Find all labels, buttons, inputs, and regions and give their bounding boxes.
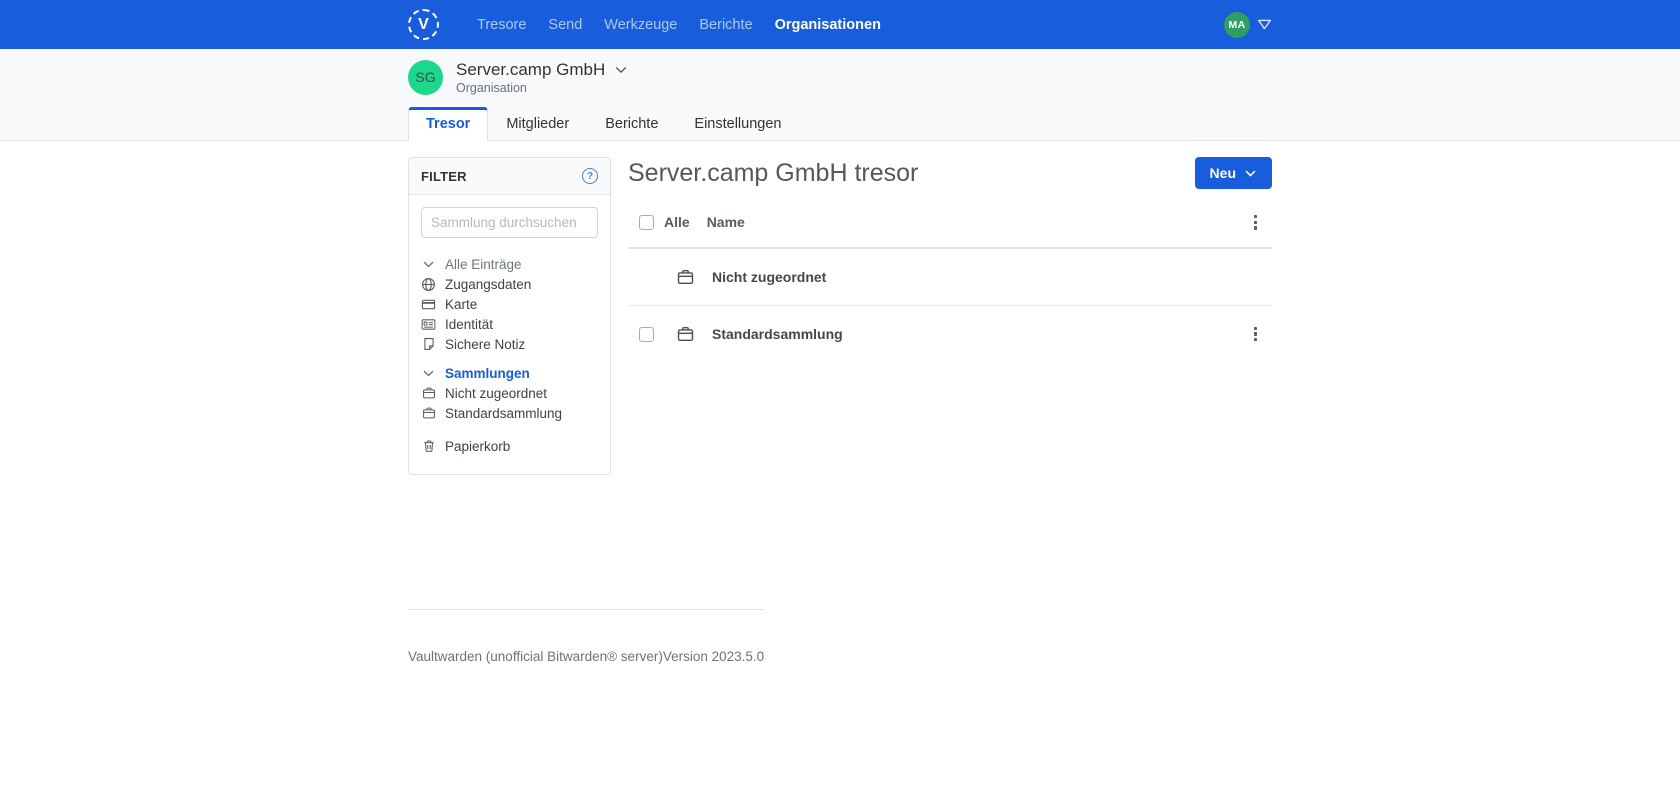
org-name: Server.camp GmbH — [456, 60, 605, 80]
org-tabs: Tresor Mitglieder Berichte Einstellungen — [408, 107, 1272, 140]
collection-link-default[interactable]: Standardsammlung — [712, 326, 843, 342]
new-button[interactable]: Neu — [1195, 157, 1272, 189]
filter-type-login-label: Zugangsdaten — [445, 277, 531, 292]
table-header: Alle Name — [628, 211, 1272, 249]
filter-all-items[interactable]: Alle Einträge — [421, 254, 598, 274]
chevron-down-icon — [614, 63, 628, 77]
row-options-menu-button[interactable] — [1248, 323, 1263, 346]
nav-item-send[interactable]: Send — [537, 11, 593, 39]
nav-item-tresore[interactable]: Tresore — [466, 11, 537, 39]
user-avatar: MA — [1224, 12, 1250, 38]
account-caret-icon — [1257, 19, 1272, 30]
tab-einstellungen[interactable]: Einstellungen — [676, 107, 799, 141]
filter-collection-default-label: Standardsammlung — [445, 406, 562, 421]
filter-type-card-label: Karte — [445, 297, 477, 312]
filter-type-securenote[interactable]: Sichere Notiz — [421, 334, 598, 354]
org-avatar: SG — [408, 60, 443, 95]
filter-type-card[interactable]: Karte — [421, 294, 598, 314]
navbar-links: Tresore Send Werkzeuge Berichte Organisa… — [466, 11, 892, 39]
nav-item-berichte[interactable]: Berichte — [688, 11, 763, 39]
collection-icon — [676, 268, 695, 286]
table-row: Nicht zugeordnet — [628, 249, 1272, 306]
version-label: Version 2023.5.0 — [663, 649, 764, 664]
filter-collections-label: Sammlungen — [445, 366, 530, 381]
filter-type-login[interactable]: Zugangsdaten — [421, 274, 598, 294]
chevron-down-icon — [1244, 167, 1257, 180]
collection-icon — [421, 386, 436, 400]
filter-collection-unassigned-label: Nicht zugeordnet — [445, 386, 547, 401]
page-footer: Vaultwarden (unofficial Bitwarden® serve… — [408, 609, 764, 664]
tab-berichte[interactable]: Berichte — [587, 107, 676, 141]
filter-trash-label: Papierkorb — [445, 439, 510, 454]
select-all-checkbox[interactable] — [639, 215, 654, 230]
filter-all-items-label: Alle Einträge — [445, 257, 522, 272]
brand-letter: V — [418, 17, 429, 33]
id-card-icon — [421, 317, 436, 332]
trash-icon — [421, 439, 436, 453]
filter-type-securenote-label: Sichere Notiz — [445, 337, 525, 352]
chevron-down-icon — [421, 367, 436, 380]
filter-trash[interactable]: Papierkorb — [421, 436, 598, 456]
credit-card-icon — [421, 297, 436, 312]
collection-icon — [676, 325, 695, 343]
help-icon[interactable]: ? — [582, 168, 598, 184]
new-button-label: Neu — [1210, 165, 1236, 181]
chevron-down-icon — [421, 258, 436, 271]
select-all-label: Alle — [664, 214, 690, 230]
filter-panel: FILTER ? Alle Einträge — [408, 157, 611, 475]
nav-item-werkzeuge[interactable]: Werkzeuge — [593, 11, 688, 39]
filter-type-identity-label: Identität — [445, 317, 493, 332]
account-menu-button[interactable]: MA — [1224, 12, 1272, 38]
vaultwarden-logo[interactable]: V — [408, 9, 439, 40]
org-switcher[interactable]: Server.camp GmbH — [456, 60, 628, 80]
tab-tresor[interactable]: Tresor — [408, 107, 488, 141]
filter-type-identity[interactable]: Identität — [421, 314, 598, 334]
top-navbar: V Tresore Send Werkzeuge Berichte Organi… — [0, 0, 1680, 49]
filter-collection-default[interactable]: Standardsammlung — [421, 403, 598, 423]
filter-collections-header[interactable]: Sammlungen — [421, 363, 598, 383]
table-row: Standardsammlung — [628, 306, 1272, 363]
vaultwarden-logo-icon: V — [408, 9, 439, 40]
vault-main: Server.camp GmbH tresor Neu Alle Name — [628, 157, 1272, 363]
name-column-header: Name — [707, 214, 745, 230]
row-checkbox[interactable] — [639, 327, 654, 342]
collection-link-unassigned[interactable]: Nicht zugeordnet — [712, 269, 826, 285]
note-icon — [421, 337, 436, 351]
filter-collection-unassigned[interactable]: Nicht zugeordnet — [421, 383, 598, 403]
tab-mitglieder[interactable]: Mitglieder — [488, 107, 587, 141]
server-label: Vaultwarden (unofficial Bitwarden® serve… — [408, 649, 663, 664]
page-title: Server.camp GmbH tresor — [628, 157, 918, 189]
org-subtitle: Organisation — [456, 81, 628, 95]
collection-icon — [421, 406, 436, 420]
collections-table: Alle Name Nicht zugeordnet — [628, 211, 1272, 363]
collection-search-input[interactable] — [421, 207, 598, 238]
filter-title: FILTER — [421, 169, 467, 184]
org-header: SG Server.camp GmbH Organisation Tresor … — [0, 49, 1680, 141]
nav-item-organisationen[interactable]: Organisationen — [764, 11, 892, 39]
globe-icon — [421, 277, 436, 292]
table-options-menu-button[interactable] — [1248, 211, 1263, 234]
